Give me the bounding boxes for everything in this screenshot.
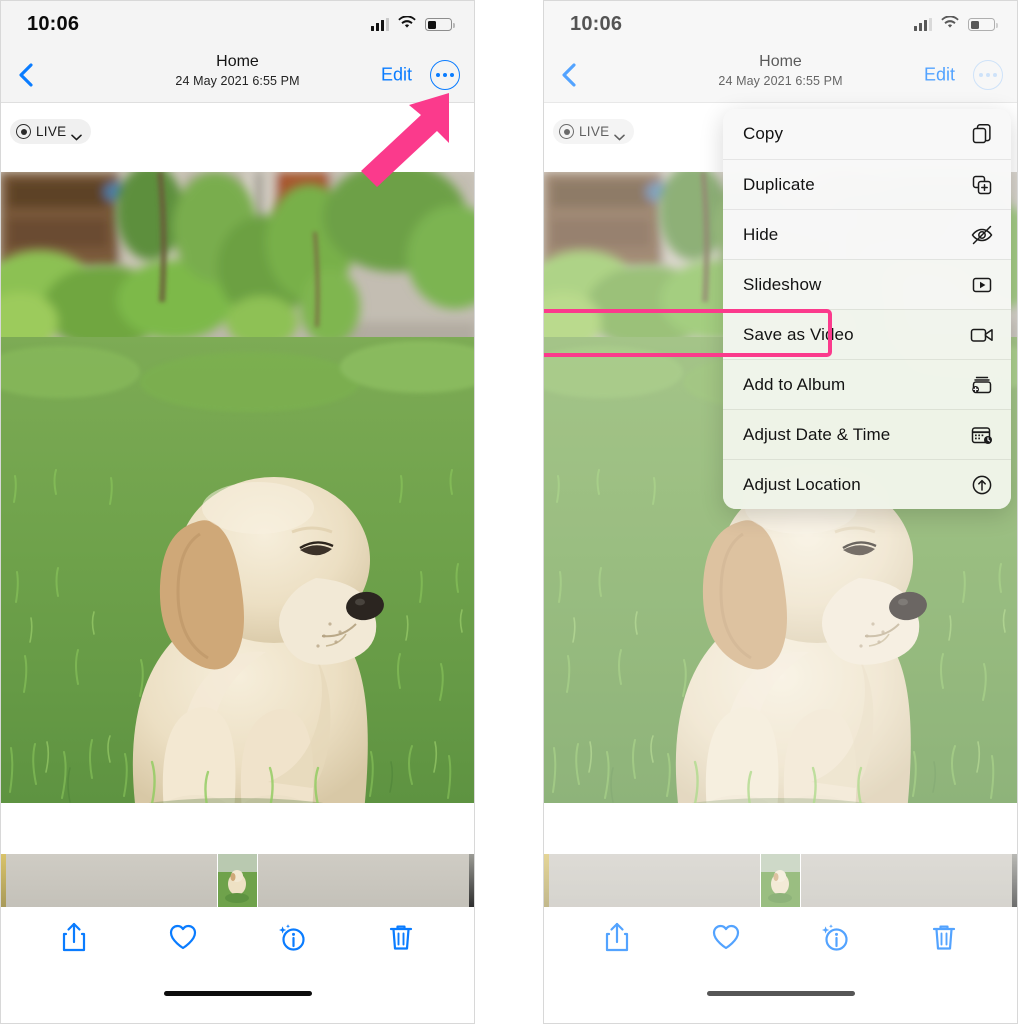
menu-item-hide[interactable]: Hide	[723, 209, 1011, 259]
chevron-down-icon	[614, 128, 626, 141]
menu-item-label: Slideshow	[743, 274, 822, 294]
phone-screen-right: 10:06 Home 24 May 2021 6:55 PM Edit LIVE…	[543, 0, 1018, 1024]
info-sparkle-icon[interactable]	[277, 921, 307, 953]
video-camera-icon	[970, 323, 994, 347]
photo-bottom-gap	[544, 803, 1017, 854]
filmstrip-thumbnail[interactable]	[801, 854, 1012, 907]
menu-item-label: Adjust Date & Time	[743, 424, 891, 444]
filmstrip-thumbnail[interactable]	[258, 854, 469, 907]
home-indicator[interactable]	[706, 990, 855, 996]
menu-item-copy[interactable]: Copy	[723, 109, 1011, 159]
wifi-icon	[398, 14, 416, 34]
trash-icon[interactable]	[929, 921, 959, 953]
add-to-album-icon	[970, 373, 994, 397]
chevron-down-icon	[71, 128, 83, 141]
back-chevron-icon[interactable]	[15, 62, 37, 88]
battery-icon	[425, 18, 455, 31]
more-options-icon[interactable]	[973, 60, 1003, 90]
duplicate-icon	[970, 173, 994, 197]
phone-screen-left: 10:06 Home 24 May 2021 6:55 PM Edit LIVE	[0, 0, 475, 1024]
calendar-clock-icon	[970, 423, 994, 447]
battery-icon	[968, 18, 998, 31]
menu-item-adjust-location[interactable]: Adjust Location	[723, 459, 1011, 509]
home-indicator-area	[544, 967, 1017, 1019]
menu-item-label: Add to Album	[743, 374, 846, 394]
home-indicator[interactable]	[163, 990, 312, 996]
menu-item-slideshow[interactable]: Slideshow	[723, 259, 1011, 309]
live-photo-label: LIVE	[579, 124, 610, 139]
home-indicator-area	[1, 967, 474, 1019]
menu-item-add-to-album[interactable]: Add to Album	[723, 359, 1011, 409]
menu-item-label: Copy	[743, 124, 784, 143]
back-chevron-icon[interactable]	[558, 62, 580, 88]
heart-icon[interactable]	[711, 921, 741, 953]
status-bar: 10:06	[544, 1, 1017, 48]
edit-button[interactable]: Edit	[924, 65, 955, 86]
photo-filmstrip[interactable]	[544, 854, 1017, 907]
status-bar: 10:06	[1, 1, 474, 48]
filmstrip-current-thumbnail[interactable]	[217, 854, 258, 907]
status-bar-clock: 10:06	[27, 13, 80, 35]
filmstrip-edge-right	[1012, 854, 1017, 907]
photo-viewer[interactable]	[1, 172, 474, 803]
more-options-icon[interactable]	[430, 60, 460, 90]
photo-bottom-gap	[1, 803, 474, 854]
menu-item-label: Hide	[743, 224, 779, 244]
filmstrip-thumbnail[interactable]	[549, 854, 760, 907]
annotation-arrow-icon	[351, 89, 461, 189]
navigation-bar: Home 24 May 2021 6:55 PM Edit	[544, 48, 1017, 103]
navigation-title-block: Home 24 May 2021 6:55 PM	[718, 52, 842, 90]
live-photo-label: LIVE	[36, 124, 67, 139]
bottom-toolbar	[1, 907, 474, 967]
bottom-toolbar	[544, 907, 1017, 967]
slideshow-play-icon	[970, 273, 994, 297]
status-bar-icons	[371, 14, 455, 34]
page-title: Home	[216, 53, 259, 70]
cellular-signal-icon	[371, 18, 389, 31]
live-photo-badge[interactable]: LIVE	[10, 119, 92, 144]
cellular-signal-icon	[914, 18, 932, 31]
wifi-icon	[941, 14, 959, 34]
menu-item-duplicate[interactable]: Duplicate	[723, 159, 1011, 209]
status-bar-clock: 10:06	[570, 13, 623, 35]
heart-icon[interactable]	[168, 921, 198, 953]
menu-item-label: Duplicate	[743, 174, 815, 194]
eye-slash-icon	[970, 223, 994, 247]
location-arrow-icon	[970, 473, 994, 497]
context-menu[interactable]: Copy Duplicate Hide Slideshow Save as Vi…	[723, 109, 1011, 509]
share-icon[interactable]	[59, 921, 89, 953]
trash-icon[interactable]	[386, 921, 416, 953]
live-photo-icon	[559, 124, 574, 139]
menu-item-label: Adjust Location	[743, 474, 861, 494]
page-subtitle-datetime: 24 May 2021 6:55 PM	[175, 74, 300, 88]
info-sparkle-icon[interactable]	[820, 921, 850, 953]
screenshot-stage: 10:06 Home 24 May 2021 6:55 PM Edit LIVE…	[0, 0, 1018, 1024]
filmstrip-edge-right	[469, 854, 474, 907]
photo-filmstrip[interactable]	[1, 854, 474, 907]
copy-icon	[970, 122, 994, 146]
page-title: Home	[759, 53, 802, 70]
live-photo-icon	[16, 124, 31, 139]
menu-item-label: Save as Video	[743, 324, 854, 344]
page-subtitle-datetime: 24 May 2021 6:55 PM	[718, 74, 843, 88]
navigation-title-block: Home 24 May 2021 6:55 PM	[175, 52, 299, 90]
status-bar-icons	[914, 14, 998, 34]
menu-item-save-as-video[interactable]: Save as Video	[723, 309, 1011, 359]
edit-button[interactable]: Edit	[381, 65, 412, 86]
share-icon[interactable]	[602, 921, 632, 953]
filmstrip-thumbnail[interactable]	[6, 854, 217, 907]
filmstrip-current-thumbnail[interactable]	[760, 854, 801, 907]
menu-item-adjust-date-time[interactable]: Adjust Date & Time	[723, 409, 1011, 459]
live-photo-badge[interactable]: LIVE	[553, 119, 635, 144]
